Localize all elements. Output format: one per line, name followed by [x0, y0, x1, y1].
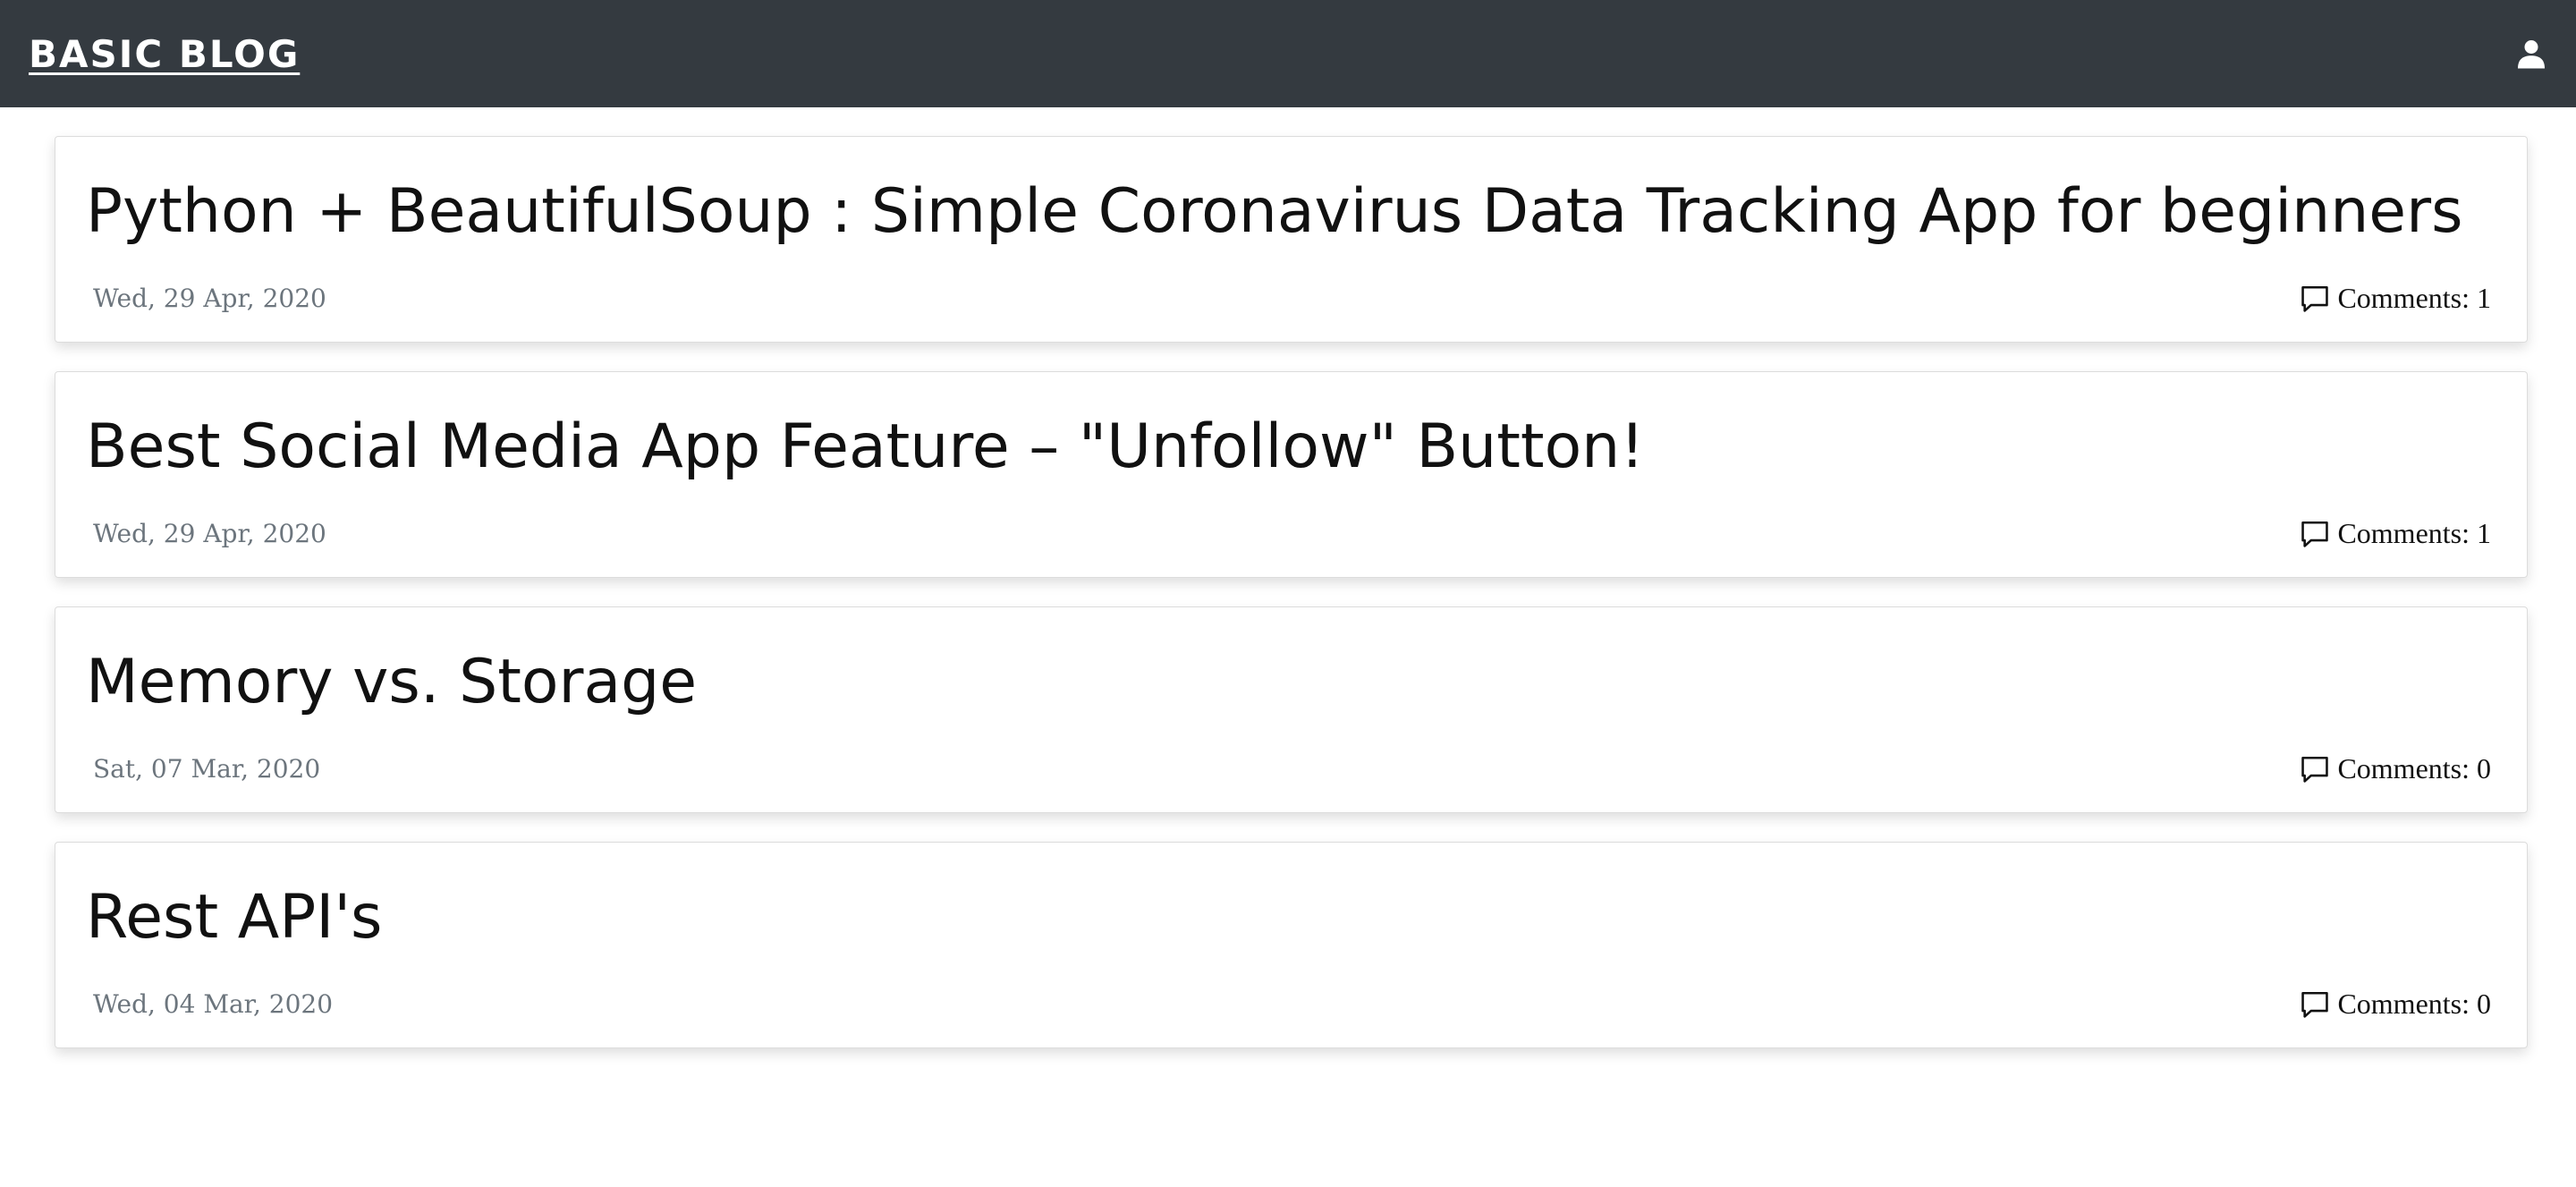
brand-link[interactable]: BASIC BLOG	[29, 32, 300, 76]
post-meta: Wed, 29 Apr, 2020 Comments: 1	[86, 517, 2491, 550]
comments-count: 0	[2477, 988, 2491, 1020]
post-card: Rest API's Wed, 04 Mar, 2020 Comments: 0	[55, 842, 2528, 1048]
post-title[interactable]: Best Social Media App Feature – "Unfollo…	[86, 404, 2491, 490]
comments-label: Comments:	[2337, 752, 2470, 784]
post-card: Memory vs. Storage Sat, 07 Mar, 2020 Com…	[55, 606, 2528, 813]
post-meta: Wed, 04 Mar, 2020 Comments: 0	[86, 988, 2491, 1021]
comment-icon	[2301, 756, 2329, 783]
navbar: BASIC BLOG	[0, 0, 2576, 107]
comments-link[interactable]: Comments: 0	[2300, 752, 2491, 785]
comments-count: 1	[2477, 517, 2491, 549]
comments-link[interactable]: Comments: 0	[2300, 988, 2491, 1021]
comments-link[interactable]: Comments: 1	[2300, 282, 2491, 315]
post-feed: Python + BeautifulSoup : Simple Coronavi…	[55, 136, 2528, 1077]
post-title[interactable]: Rest API's	[86, 875, 2491, 961]
comments-label: Comments:	[2337, 517, 2470, 549]
post-title[interactable]: Python + BeautifulSoup : Simple Coronavi…	[86, 169, 2491, 255]
post-date: Wed, 29 Apr, 2020	[93, 519, 326, 548]
post-meta: Wed, 29 Apr, 2020 Comments: 1	[86, 282, 2491, 315]
comments-link[interactable]: Comments: 1	[2300, 517, 2491, 550]
post-date: Wed, 29 Apr, 2020	[93, 284, 326, 313]
post-card: Python + BeautifulSoup : Simple Coronavi…	[55, 136, 2528, 343]
user-icon[interactable]	[2515, 38, 2547, 70]
comments-label: Comments:	[2337, 988, 2470, 1020]
comments-count: 1	[2477, 282, 2491, 314]
post-card: Best Social Media App Feature – "Unfollo…	[55, 371, 2528, 578]
comments-count: 0	[2477, 752, 2491, 784]
post-title[interactable]: Memory vs. Storage	[86, 640, 2491, 725]
post-date: Wed, 04 Mar, 2020	[93, 989, 334, 1019]
comment-icon	[2301, 991, 2329, 1018]
comment-icon	[2301, 521, 2329, 547]
post-meta: Sat, 07 Mar, 2020 Comments: 0	[86, 752, 2491, 785]
comment-icon	[2301, 285, 2329, 312]
comments-label: Comments:	[2337, 282, 2470, 314]
post-date: Sat, 07 Mar, 2020	[93, 754, 321, 784]
